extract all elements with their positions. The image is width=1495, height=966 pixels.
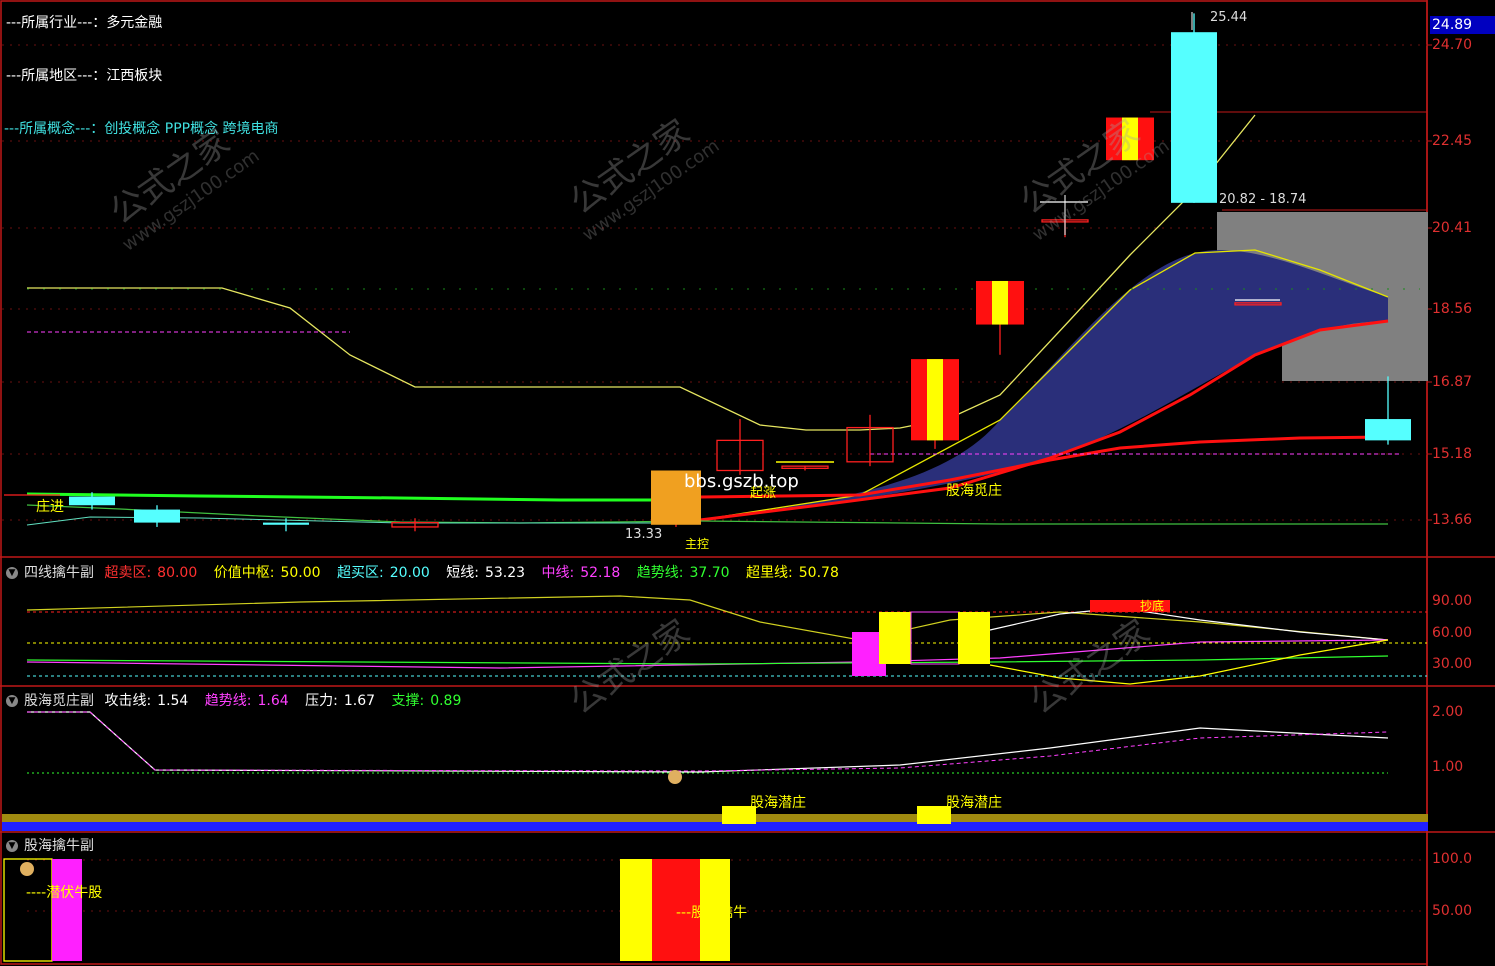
- candle-body: [1365, 419, 1411, 441]
- legend-value: 50.00: [280, 565, 321, 581]
- region-value: 江西板块: [106, 68, 163, 84]
- legend-label: 中线:: [541, 565, 575, 581]
- collapse-icon[interactable]: ▼: [6, 840, 18, 852]
- panel3-blue-strip: [2, 822, 1428, 831]
- low-price-label: 13.33: [625, 527, 663, 542]
- panel4-label-left: ----潜伏牛股: [26, 885, 103, 901]
- panel2-header: ▼ 四线擒牛副 超卖区: 80.00 价值中枢: 50.00 超买区: 20.00 短线…: [6, 562, 851, 582]
- candle-body: [134, 509, 180, 523]
- money-bag-icon: [20, 862, 34, 876]
- money-bag-icon: [668, 770, 682, 784]
- candle-body: [69, 496, 115, 506]
- panel2-legend-item: 趋势线: 37.70: [637, 565, 736, 581]
- region-row: ---所属地区---：江西板块: [6, 65, 162, 85]
- legend-value: 1.54: [157, 693, 189, 709]
- panel3-legend-item: 趋势线: 1.64: [205, 693, 295, 709]
- legend-label: 价值中枢:: [213, 565, 275, 581]
- panel2-y-tick: 30.00: [1432, 656, 1473, 672]
- legend-label: 趋势线:: [204, 693, 252, 709]
- panel4-y-tick: 50.00: [1432, 903, 1473, 919]
- zhu-kong-label: 主控: [685, 537, 710, 551]
- green-thin-line: [26, 504, 1388, 525]
- panel2-legend-item: 超卖区: 80.00: [104, 565, 203, 581]
- high-price-label: 25.44: [1210, 10, 1248, 25]
- concept-label: ---所属概念---：: [4, 121, 105, 137]
- panel3-legend-item: 攻击线: 1.54: [104, 693, 194, 709]
- panel3-olive-strip: [2, 814, 1428, 822]
- signal-label: 股海潜庄: [750, 795, 806, 811]
- collapse-icon[interactable]: ▼: [6, 695, 18, 707]
- panel2-title: 四线擒牛副: [24, 565, 94, 581]
- panel3-legend-item: 支撑: 0.89: [391, 693, 467, 709]
- legend-value: 1.64: [257, 693, 289, 709]
- concept-row: ---所属概念---：创投概念 PPP概念 跨境电商: [4, 118, 279, 138]
- panel4-header: ▼ 股海擒牛副: [6, 835, 100, 855]
- panel2-legend-item: 短线: 53.23: [446, 565, 531, 581]
- legend-label: 攻击线:: [104, 693, 152, 709]
- current-price-badge: 24.89: [1430, 16, 1495, 34]
- qi-dong-label: 起涨: [750, 486, 777, 501]
- legend-value: 80.00: [157, 565, 198, 581]
- range-label: 20.82 - 18.74: [1219, 192, 1307, 207]
- legend-value: 53.23: [484, 565, 526, 581]
- industry-label: ---所属行业---：: [6, 15, 107, 31]
- panel3-y-tick: 1.00: [1432, 759, 1464, 775]
- main-y-tick: 20.41: [1432, 220, 1473, 236]
- main-y-tick: 22.45: [1432, 133, 1473, 149]
- candle-body-inner: [992, 280, 1008, 325]
- panel2-bar: [879, 612, 911, 664]
- legend-value: 0.89: [430, 693, 462, 709]
- panel2-y-tick: 60.00: [1432, 625, 1473, 641]
- candle-body: [263, 522, 309, 525]
- legend-value: 52.18: [580, 565, 621, 581]
- panel3-title: 股海觅庄副: [24, 693, 94, 709]
- green-thick-line: [26, 492, 701, 502]
- industry-row: ---所属行业---：多元金融: [6, 12, 162, 32]
- panel2-legend-item: 超买区: 20.00: [337, 565, 436, 581]
- panel4-label-mid: ---股海擒牛: [676, 905, 748, 921]
- main-y-tick: 24.70: [1432, 37, 1473, 53]
- panel3-magenta-line: [27, 711, 1389, 772]
- candle-body-inner: [927, 359, 943, 441]
- stock-chart-window: ---所属行业---：多元金融 ---所属地区---：江西板块 ---所属概念-…: [0, 0, 1495, 966]
- panel2-badge: 抄底: [1140, 599, 1165, 613]
- panel2-legend-item: 中线: 52.18: [542, 565, 627, 581]
- candle-body: [1171, 32, 1217, 203]
- industry-value: 多元金融: [106, 15, 163, 31]
- panel2-y-tick: 90.00: [1432, 593, 1473, 609]
- panel3-y-tick: 2.00: [1432, 704, 1464, 720]
- legend-label: 压力:: [305, 693, 338, 709]
- main-y-tick: 18.56: [1432, 301, 1473, 317]
- legend-value: 20.00: [389, 565, 430, 581]
- panel3-header: ▼ 股海觅庄副 攻击线: 1.54 趋势线: 1.64 压力: 1.67 支撑: 0.89: [6, 690, 473, 710]
- main-y-tick: 13.66: [1432, 512, 1473, 528]
- legend-label: 超里线:: [746, 565, 793, 581]
- panel2-legend-item: 价值中枢: 50.00: [214, 565, 327, 581]
- legend-value: 1.67: [343, 693, 376, 709]
- site-watermark: bbs.gszb.top: [684, 471, 799, 492]
- zhuang-jin-label: 庄进: [36, 499, 64, 515]
- collapse-icon[interactable]: ▼: [6, 567, 18, 579]
- panel2-legend-item: 超里线: 50.78: [746, 565, 845, 581]
- panel3-legend-item: 压力: 1.67: [305, 693, 381, 709]
- panel4-bar: [52, 859, 82, 961]
- panel4-title: 股海擒牛副: [24, 838, 94, 854]
- legend-label: 超卖区:: [104, 565, 152, 581]
- main-y-tick: 15.18: [1432, 446, 1473, 462]
- region-label: ---所属地区---：: [6, 68, 107, 84]
- legend-label: 短线:: [446, 565, 479, 581]
- legend-value: 37.70: [689, 565, 730, 581]
- gu-hai-mi-zhuang-label: 股海觅庄: [946, 483, 1002, 499]
- legend-value: 50.78: [798, 565, 839, 581]
- band-area: [700, 250, 1388, 520]
- signal-label: 股海潜庄: [946, 795, 1002, 811]
- panel3-white-line: [27, 711, 1389, 773]
- panel2-green-line: [26, 655, 1389, 665]
- main-y-tick: 16.87: [1432, 374, 1473, 390]
- panel2-bar: [958, 612, 990, 664]
- panel4-y-tick: 100.0: [1432, 851, 1473, 867]
- legend-label: 趋势线:: [636, 565, 684, 581]
- legend-label: 支撑:: [391, 693, 425, 709]
- legend-label: 超买区:: [336, 565, 384, 581]
